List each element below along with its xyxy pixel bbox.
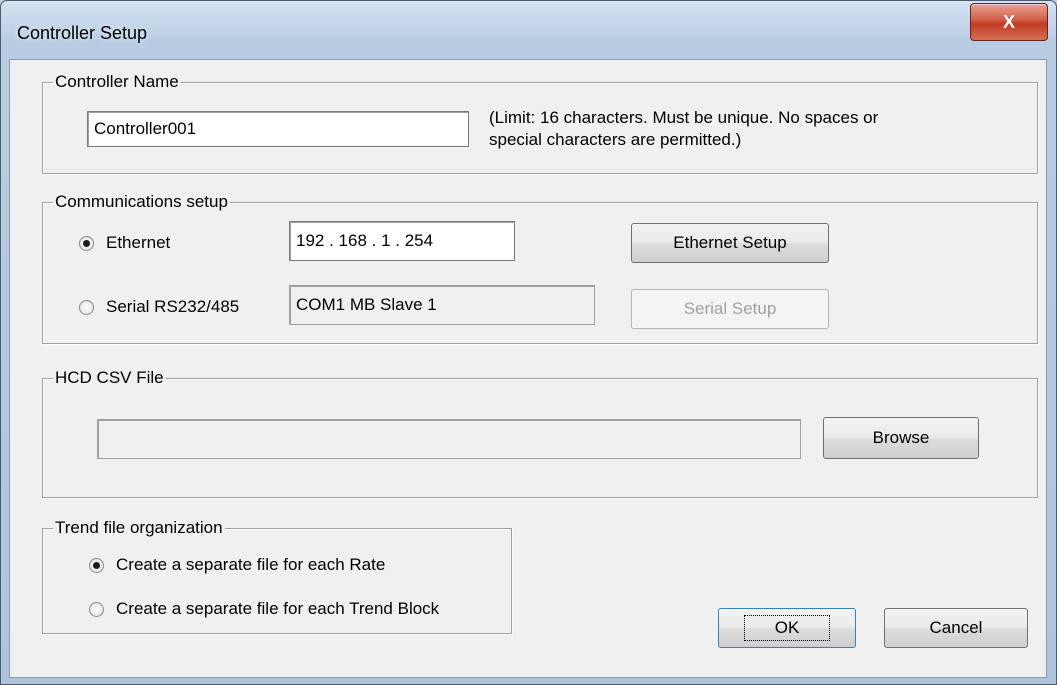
close-icon: X: [1002, 11, 1015, 32]
trend-option-rate-radio[interactable]: Create a separate file for each Rate: [89, 555, 385, 575]
serial-label: Serial RS232/485: [106, 297, 240, 316]
trend-option-rate-label: Create a separate file for each Rate: [116, 555, 386, 574]
controller-name-input[interactable]: Controller001: [87, 111, 469, 147]
communications-legend: Communications setup: [53, 192, 230, 212]
hcd-csv-legend: HCD CSV File: [53, 368, 166, 388]
title-bar[interactable]: Controller Setup X: [1, 1, 1056, 59]
ok-button[interactable]: OK: [718, 608, 856, 648]
ethernet-label: Ethernet: [106, 233, 171, 252]
trend-option-block-indicator: [89, 601, 104, 617]
dialog-client-area: Controller Name Controller001 (Limit: 16…: [9, 59, 1047, 678]
hcd-csv-path-field[interactable]: [97, 419, 801, 459]
communications-group: Communications setup Ethernet 192 . 168 …: [42, 192, 1038, 344]
controller-setup-dialog: Controller Setup X Controller Name Contr…: [0, 0, 1057, 685]
trend-file-organization-group: Trend file organization Create a separat…: [42, 518, 512, 634]
cancel-button[interactable]: Cancel: [884, 608, 1028, 648]
trend-legend: Trend file organization: [53, 518, 225, 538]
controller-name-note-line2: special characters are permitted.): [489, 130, 742, 149]
trend-option-block-radio[interactable]: Create a separate file for each Trend Bl…: [89, 599, 439, 619]
serial-setup-button[interactable]: Serial Setup: [631, 289, 829, 329]
serial-port-field: COM1 MB Slave 1: [289, 285, 595, 325]
trend-option-block-label: Create a separate file for each Trend Bl…: [116, 599, 440, 618]
ip-address-input[interactable]: 192 . 168 . 1 . 254: [289, 221, 515, 261]
controller-name-group: Controller Name Controller001 (Limit: 16…: [42, 72, 1038, 174]
ethernet-setup-button[interactable]: Ethernet Setup: [631, 223, 829, 263]
hcd-csv-file-group: HCD CSV File Browse: [42, 368, 1038, 498]
ethernet-radio-indicator: [79, 235, 94, 251]
ethernet-radio[interactable]: Ethernet: [79, 233, 170, 253]
controller-name-legend: Controller Name: [53, 72, 181, 92]
window-title: Controller Setup: [17, 23, 148, 43]
ok-button-label: OK: [743, 615, 831, 641]
serial-radio-indicator: [79, 299, 94, 315]
browse-button[interactable]: Browse: [823, 417, 979, 459]
trend-option-rate-indicator: [89, 557, 104, 573]
controller-name-note-line1: (Limit: 16 characters. Must be unique. N…: [489, 108, 879, 127]
close-button[interactable]: X: [970, 3, 1048, 41]
serial-radio[interactable]: Serial RS232/485: [79, 297, 239, 317]
